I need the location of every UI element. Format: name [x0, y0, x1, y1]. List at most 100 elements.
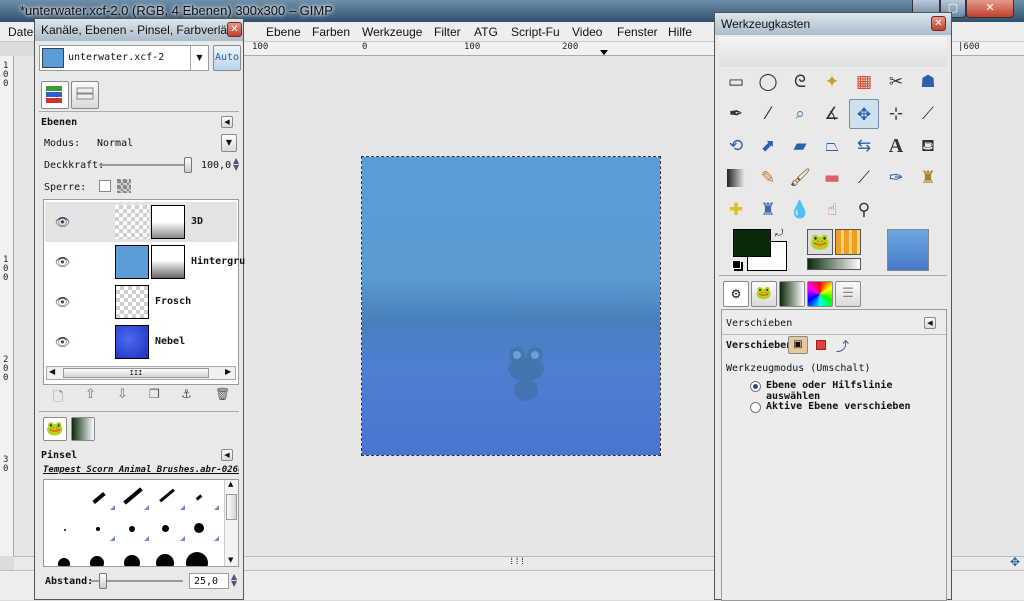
opacity-value[interactable]: 100,0	[201, 160, 231, 171]
lock-pixels-checkbox[interactable]	[99, 180, 111, 192]
ink-icon[interactable]: ✑	[881, 163, 911, 193]
perspective-icon[interactable]: ⏢	[817, 131, 847, 161]
spacing-spinbox[interactable]: 25,0	[189, 573, 229, 589]
menu-video[interactable]: Video	[572, 25, 602, 39]
brush-item[interactable]	[159, 488, 175, 503]
brush-item[interactable]	[90, 556, 104, 566]
fuzzy-select-icon[interactable]: ✦	[817, 67, 847, 97]
brush-item[interactable]	[123, 487, 143, 505]
smudge-icon[interactable]: ☝	[817, 195, 847, 225]
chevron-left-icon[interactable]: ◀	[49, 367, 55, 376]
chevron-down-icon[interactable]: ▼	[190, 46, 208, 70]
spin-arrows-icon[interactable]: ▲ ▼	[233, 157, 239, 172]
tab-palettes[interactable]	[807, 281, 833, 307]
active-gradient-indicator[interactable]	[807, 258, 861, 270]
tab-gradients[interactable]	[71, 417, 95, 441]
menu-atg[interactable]: ATG	[474, 25, 498, 39]
spacing-value[interactable]: 25,0	[194, 576, 218, 587]
mode-dropdown-chevron-icon[interactable]: ▼	[221, 134, 237, 152]
opacity-slider-handle[interactable]	[184, 157, 192, 173]
rotate-icon[interactable]: ⟲	[721, 131, 751, 161]
spin-arrows-icon[interactable]: ▲ ▼	[231, 573, 237, 588]
foreground-select-icon[interactable]: ☗	[913, 67, 943, 97]
eye-icon[interactable]: 👁	[55, 335, 70, 349]
brush-item[interactable]	[194, 523, 204, 533]
lasso-icon[interactable]: ᘓ	[785, 67, 815, 97]
text-icon[interactable]: A	[881, 131, 911, 161]
tab-channels[interactable]	[71, 81, 99, 109]
tab-tool-options[interactable]: ⚙	[723, 281, 749, 307]
scale-icon[interactable]: ⬈	[753, 131, 783, 161]
menu-datei[interactable]: Datei	[8, 25, 36, 39]
eye-icon[interactable]: 👁	[55, 215, 70, 229]
image-selector[interactable]: unterwater.xcf-2 ▼	[39, 45, 209, 71]
scroll-thumb[interactable]: III	[63, 368, 209, 378]
brush-item[interactable]	[92, 491, 106, 505]
blend-icon[interactable]	[721, 163, 751, 193]
paintbrush-icon[interactable]: 🖌	[785, 163, 815, 193]
layer-row[interactable]: 👁 Frosch	[45, 282, 237, 322]
menu-farben[interactable]: Farben	[312, 25, 350, 39]
brush-item[interactable]	[96, 527, 100, 531]
layer-list[interactable]: 👁 3D 👁 Hintergru 👁 Frosch 👁 Nebel ◀ III …	[43, 199, 245, 385]
active-brush-indicator[interactable]: 🐸	[807, 229, 833, 255]
tab-menu-icon[interactable]: ◀	[221, 449, 233, 461]
foreground-color-swatch[interactable]	[733, 229, 771, 257]
close-button[interactable]: ✕	[966, 0, 1014, 18]
brush-item[interactable]	[64, 529, 66, 531]
tab-gradients[interactable]	[779, 281, 805, 307]
brush-item[interactable]	[58, 558, 70, 566]
active-image-thumbnail[interactable]	[887, 229, 929, 271]
tab-menu-icon[interactable]: ◀	[924, 317, 936, 329]
brush-grid-scrollbar[interactable]: ▲ ▼	[224, 480, 238, 566]
eye-icon[interactable]: 👁	[55, 295, 70, 309]
active-layer-radio[interactable]	[750, 402, 761, 413]
menu-fenster[interactable]: Fenster	[617, 25, 658, 39]
color-select-icon[interactable]: ▦	[849, 67, 879, 97]
chevron-right-icon[interactable]: ▶	[225, 367, 231, 376]
perspective-clone-icon[interactable]: ♜	[753, 195, 783, 225]
image-canvas[interactable]	[361, 156, 661, 456]
heal-icon[interactable]: ✚	[721, 195, 751, 225]
move-icon[interactable]: ✥	[849, 99, 879, 129]
eye-icon[interactable]: 👁	[55, 255, 70, 269]
brush-item[interactable]	[156, 554, 174, 566]
layer-row[interactable]: 👁 Hintergru	[45, 242, 245, 282]
lower-layer-icon[interactable]: ⇩	[117, 387, 128, 402]
lock-alpha-icon[interactable]	[117, 179, 131, 193]
brush-item[interactable]	[124, 555, 140, 566]
tab-brushes[interactable]: 🐸	[43, 417, 67, 441]
scissors-icon[interactable]: ✂	[881, 67, 911, 97]
shear-icon[interactable]: ▰	[785, 131, 815, 161]
toolbox-close-button[interactable]: ✕	[931, 16, 946, 31]
layer-list-scrollbar[interactable]: ◀ III ▶	[46, 366, 236, 380]
ellipse-select-icon[interactable]: ◯	[753, 67, 783, 97]
tab-layers[interactable]	[41, 81, 69, 109]
menu-script-fu[interactable]: Script-Fu	[511, 25, 560, 39]
move-path-icon[interactable]: ⤴	[836, 336, 849, 355]
move-layer-toggle[interactable]: ▣	[788, 336, 808, 354]
pencil-icon[interactable]: ✎	[753, 163, 783, 193]
tab-documents[interactable]: ☰	[835, 281, 861, 307]
swap-colors-icon[interactable]: ⤾	[775, 228, 783, 239]
layer-row[interactable]: 👁 Nebel	[45, 322, 237, 362]
brush-item[interactable]	[195, 494, 203, 501]
auto-button[interactable]: Auto	[213, 45, 241, 71]
color-picker-icon[interactable]: ⁄	[753, 99, 783, 129]
measure-icon[interactable]: ∡	[817, 99, 847, 129]
zoom-icon[interactable]: ⌕	[785, 99, 815, 129]
bucket-fill-icon[interactable]: ⛾	[913, 131, 943, 161]
menu-ebene[interactable]: Ebene	[266, 25, 301, 39]
tab-brushes[interactable]: 🐸	[751, 281, 777, 307]
align-icon[interactable]: ⊹	[881, 99, 911, 129]
scroll-thumb[interactable]	[226, 494, 237, 520]
dodge-burn-icon[interactable]: ⚲	[849, 195, 879, 225]
crop-icon[interactable]: ⟋	[913, 99, 943, 129]
brush-item[interactable]	[129, 526, 135, 532]
spacing-slider-handle[interactable]	[99, 573, 107, 589]
brush-item[interactable]	[186, 552, 208, 566]
default-colors-icon[interactable]	[732, 260, 741, 269]
navigate-icon[interactable]: ✥	[1010, 555, 1020, 569]
clone-icon[interactable]: ♜	[913, 163, 943, 193]
rect-select-icon[interactable]: ▭	[721, 67, 751, 97]
